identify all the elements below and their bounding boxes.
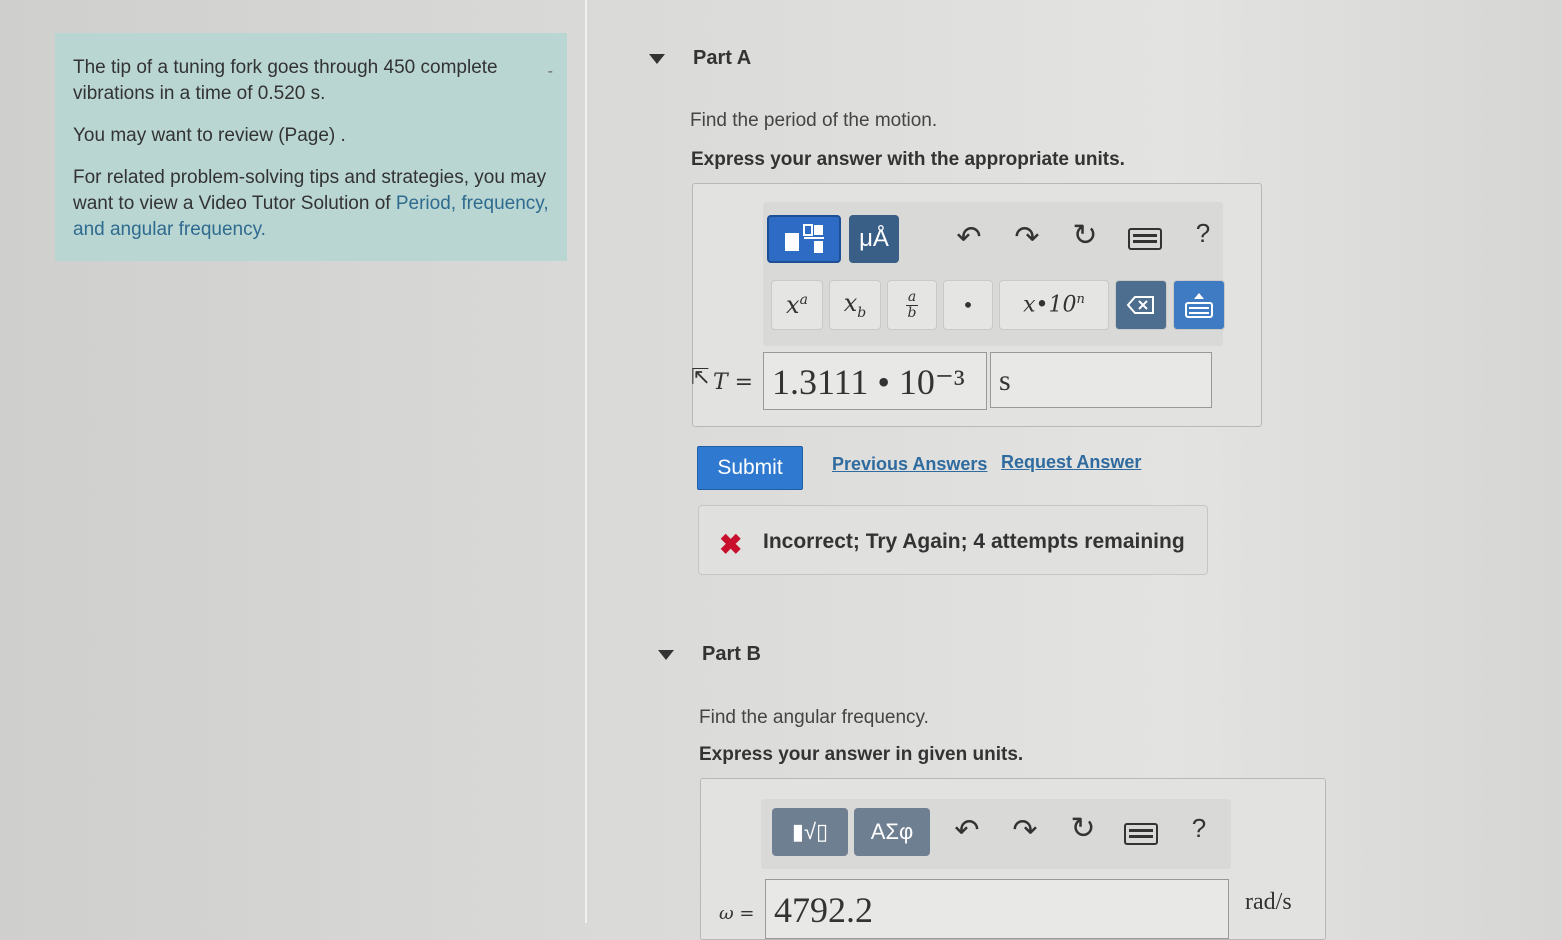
period-variable-label: T =	[713, 370, 754, 395]
feedback-message: Incorrect; Try Again; 4 attempts remaini…	[763, 530, 1185, 553]
multiply-dot-key[interactable]: •	[943, 280, 993, 330]
column-divider	[585, 0, 587, 923]
part-b-instruction: Express your answer in given units.	[699, 744, 1024, 765]
keyboard-icon[interactable]	[1125, 224, 1165, 258]
video-tutor-text: For related problem-solving tips and str…	[73, 165, 549, 243]
angular-frequency-answer-input[interactable]: 4792.2	[765, 879, 1229, 939]
angular-frequency-variable-label: ω =	[719, 903, 755, 924]
angular-frequency-unit: rad/s	[1245, 889, 1292, 915]
templates-button[interactable]	[767, 215, 841, 263]
keyboard-icon[interactable]	[1121, 819, 1161, 853]
redo-icon[interactable]: ↷	[1005, 813, 1045, 848]
part-a-question: Find the period of the motion.	[690, 110, 938, 131]
part-b-question: Find the angular frequency.	[699, 707, 929, 728]
undo-icon[interactable]: ↶	[949, 220, 989, 255]
submit-button[interactable]: Submit	[697, 446, 803, 490]
redo-icon[interactable]: ↷	[1007, 220, 1047, 255]
part-a-answer-panel: μÅ ↶ ↷ ↻ ? xa xb ab • x•10n ⇱ T = 1.3111…	[691, 183, 1262, 427]
templates-button[interactable]: ▮√▯	[772, 808, 848, 856]
feedback-box: ✖ Incorrect; Try Again; 4 attempts remai…	[698, 505, 1208, 575]
symbols-button[interactable]: ΑΣφ	[854, 808, 930, 856]
period-unit-input[interactable]: s	[990, 352, 1212, 408]
part-a-instruction: Express your answer with the appropriate…	[691, 149, 1125, 170]
backspace-key[interactable]	[1115, 280, 1167, 330]
request-answer-link[interactable]: Request Answer	[1001, 452, 1141, 473]
review-text: You may want to review (Page) .	[73, 125, 346, 146]
collapse-toggle[interactable]: -	[548, 59, 553, 85]
keyboard-toggle-key[interactable]	[1173, 280, 1225, 330]
help-icon[interactable]: ?	[1183, 218, 1223, 249]
units-button[interactable]: μÅ	[849, 215, 899, 263]
period-answer-input[interactable]: 1.3111 • 10⁻³	[763, 352, 987, 410]
scientific-notation-key[interactable]: x•10n	[999, 280, 1109, 330]
cursor-icon: ⇱	[691, 364, 710, 389]
problem-statement-panel: - The tip of a tuning fork goes through …	[55, 33, 567, 261]
reset-icon[interactable]: ↻	[1065, 218, 1105, 253]
fraction-key[interactable]: ab	[887, 280, 937, 330]
incorrect-icon: ✖	[719, 529, 743, 560]
subscript-key[interactable]: xb	[829, 280, 881, 330]
part-a-collapse-icon[interactable]	[649, 54, 665, 64]
undo-icon[interactable]: ↶	[947, 813, 987, 848]
help-icon[interactable]: ?	[1179, 813, 1219, 844]
previous-answers-link[interactable]: Previous Answers	[832, 454, 987, 475]
keyboard-up-icon	[1185, 293, 1213, 318]
templates-icon	[785, 224, 824, 253]
backspace-icon	[1126, 296, 1154, 314]
part-b-title: Part B	[702, 643, 761, 665]
problem-text: The tip of a tuning fork goes through 45…	[73, 57, 498, 104]
superscript-key[interactable]: xa	[771, 280, 823, 330]
reset-icon[interactable]: ↻	[1063, 811, 1103, 846]
part-a-title: Part A	[693, 47, 752, 69]
part-b-answer-panel: ▮√▯ ΑΣφ ↶ ↷ ↻ ? ω = 4792.2 rad/s	[700, 778, 1326, 940]
part-b-collapse-icon[interactable]	[658, 650, 674, 660]
